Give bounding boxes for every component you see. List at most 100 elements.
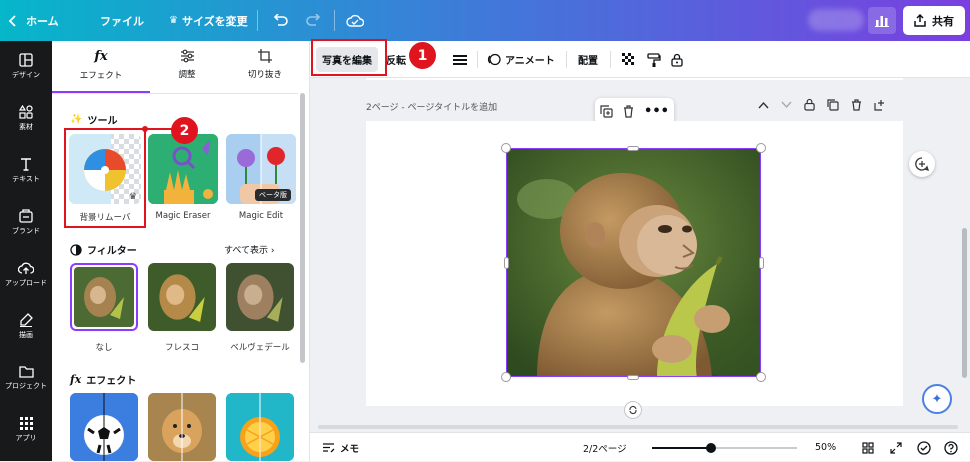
home-button[interactable]: ホーム <box>8 0 59 41</box>
trash-icon[interactable] <box>623 105 634 118</box>
resize-handle[interactable] <box>501 143 511 153</box>
animate-label: アニメート <box>505 56 555 67</box>
sidebar-item-label: アップロード <box>5 279 47 287</box>
rotate-handle[interactable] <box>624 401 642 419</box>
file-menu[interactable]: ファイル <box>100 0 144 41</box>
tab-label: エフェクト <box>79 71 123 81</box>
lock-icon <box>671 53 683 67</box>
help-button[interactable] <box>944 433 958 462</box>
sidebar-item-text[interactable]: テキスト <box>0 157 52 184</box>
avatar-group[interactable] <box>808 9 864 31</box>
lock-icon[interactable] <box>804 98 815 111</box>
sidebar-item-apps[interactable]: アプリ <box>0 417 52 443</box>
expand-icon <box>890 441 902 454</box>
show-all-filters-link[interactable]: すべて表示 › <box>224 243 274 256</box>
filter-label: ベルヴェデール <box>230 343 290 353</box>
position-button[interactable]: 配置 <box>578 41 598 78</box>
grid-icon <box>862 441 874 454</box>
filter-none[interactable] <box>70 263 138 331</box>
resize-handle[interactable] <box>627 146 639 151</box>
lock-button[interactable] <box>671 41 683 78</box>
chevron-up-icon[interactable] <box>758 101 769 109</box>
transparency-button[interactable] <box>622 41 635 78</box>
resize-handle[interactable] <box>756 143 766 153</box>
selected-photo[interactable] <box>506 148 761 377</box>
delete-page-icon[interactable] <box>851 98 862 111</box>
share-button[interactable]: 共有 <box>903 6 965 35</box>
undo-button[interactable] <box>272 0 288 41</box>
notes-button[interactable]: メモ <box>322 433 359 462</box>
page-title[interactable]: 2ページ - ページタイトルを追加 <box>366 100 497 113</box>
sidebar-item-label: アプリ <box>15 434 37 442</box>
add-page-icon[interactable] <box>874 99 886 111</box>
notes-label: メモ <box>340 443 360 455</box>
magic-assistant-button[interactable]: ✦ <box>922 384 952 414</box>
sidebar-item-brand[interactable]: ブランド <box>0 209 52 236</box>
resize-handle[interactable] <box>504 257 509 269</box>
filter-label: フレスコ <box>164 343 199 353</box>
more-options-icon[interactable]: ••• <box>644 105 669 118</box>
insights-button[interactable] <box>868 7 896 34</box>
annotation-box-edit-photo <box>311 39 387 76</box>
design-page[interactable] <box>366 121 903 406</box>
shapes-icon <box>19 105 33 119</box>
layout-icon <box>19 53 33 67</box>
flip-button[interactable]: 反転 <box>386 41 406 78</box>
add-comment-button[interactable] <box>909 151 935 177</box>
tab-label: 調整 <box>178 70 196 80</box>
upload-icon <box>18 262 34 274</box>
animate-button[interactable]: アニメート <box>487 41 555 78</box>
resize-handle[interactable] <box>627 375 639 380</box>
zoom-slider[interactable] <box>652 433 797 462</box>
share-label: 共有 <box>932 14 954 28</box>
duplicate-page-icon[interactable] <box>827 98 839 111</box>
fullscreen-button[interactable] <box>890 433 902 462</box>
sidebar-item-label: ブランド <box>12 227 40 235</box>
save-status-button[interactable] <box>346 0 364 41</box>
effect-thumbnail[interactable] <box>226 393 294 461</box>
apps-icon <box>19 417 33 430</box>
tab-crop[interactable]: 切り抜き <box>216 49 309 80</box>
resize-handle[interactable] <box>501 372 511 382</box>
resize-handle[interactable] <box>759 257 764 269</box>
line-style-button[interactable] <box>453 41 467 78</box>
tool-magic-eraser[interactable] <box>148 134 218 204</box>
redo-button[interactable] <box>306 0 322 41</box>
effect-thumbnail[interactable] <box>70 393 138 461</box>
divider <box>610 51 611 68</box>
divider <box>566 51 567 68</box>
duplicate-icon[interactable] <box>600 105 613 118</box>
sidebar-item-label: 素材 <box>19 123 33 131</box>
canvas-scrollbar[interactable] <box>962 228 967 378</box>
sidebar-item-design[interactable]: デザイン <box>0 53 52 80</box>
zoom-level[interactable]: 50% <box>815 433 836 462</box>
sidebar-item-draw[interactable]: 描画 <box>0 313 52 340</box>
page-count[interactable]: 2/2ページ <box>583 433 627 462</box>
monkey-photo <box>507 149 760 376</box>
sidebar-item-label: デザイン <box>12 71 40 79</box>
flip-label: 反転 <box>386 56 406 67</box>
effect-thumbnail[interactable] <box>148 393 216 461</box>
sidebar-item-projects[interactable]: プロジェクト <box>0 365 52 391</box>
tool-magic-edit[interactable]: ベータ版 <box>226 134 296 204</box>
sidebar-item-uploads[interactable]: アップロード <box>0 261 52 288</box>
horizontal-scrollbar[interactable] <box>310 423 970 431</box>
crown-icon: ♛ <box>169 15 178 26</box>
divider <box>257 10 258 31</box>
tab-effects[interactable]: fx エフェクト <box>52 49 150 81</box>
panel-scrollbar[interactable] <box>300 93 305 363</box>
resize-button[interactable]: ♛ サイズを変更 <box>169 0 248 41</box>
resize-handle[interactable] <box>756 372 766 382</box>
filter-fresco[interactable] <box>148 263 216 331</box>
check-circle-icon <box>917 440 931 455</box>
zoom-slider-knob[interactable] <box>706 442 716 453</box>
sidebar-item-elements[interactable]: 素材 <box>0 105 52 132</box>
copy-style-button[interactable] <box>647 41 661 78</box>
grid-view-button[interactable] <box>862 433 874 462</box>
tab-label: 切り抜き <box>247 70 282 80</box>
effects-section-title: fx エフェクト <box>70 372 136 387</box>
chevron-down-icon[interactable] <box>781 101 792 109</box>
filter-belvedere[interactable] <box>226 263 294 331</box>
upload-share-icon <box>914 14 926 27</box>
check-button[interactable] <box>917 433 931 462</box>
